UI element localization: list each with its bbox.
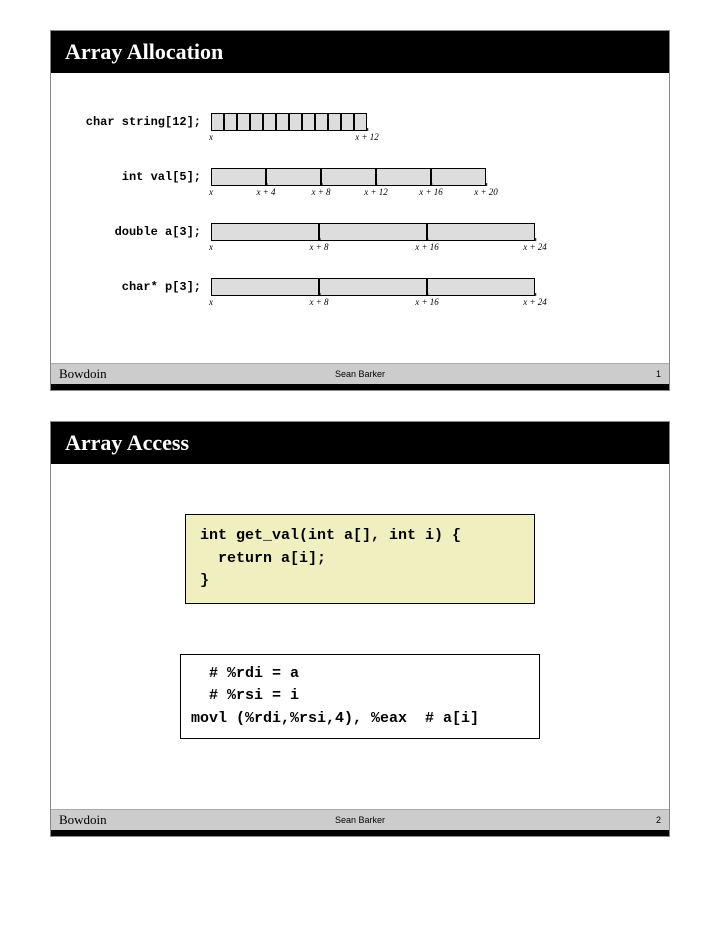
offset-marker: x + 24	[523, 297, 547, 307]
array-decl-label: double a[3];	[71, 223, 211, 239]
slide-array-access: Array Access int get_val(int a[], int i)…	[50, 421, 670, 837]
code-line: # %rsi = i	[191, 685, 529, 708]
array-cell	[354, 113, 367, 131]
footer-left: Bowdoin	[59, 812, 260, 828]
array-cell	[376, 168, 431, 186]
offset-marker: x + 8	[309, 297, 328, 307]
array-row: double a[3]; x x + 8 x + 16 x + 24	[71, 223, 649, 256]
offset-marker: x + 12	[355, 132, 379, 142]
slide-strip	[51, 830, 669, 836]
offset-marker: x + 16	[415, 297, 439, 307]
array-cell	[211, 223, 319, 241]
array-cell	[427, 223, 535, 241]
array-row: char string[12]; x x + 12	[71, 113, 649, 146]
array-diagram: x x + 4 x + 8 x + 12 x + 16 x + 20	[211, 168, 649, 201]
array-cell	[431, 168, 486, 186]
offset-marker: x + 4	[256, 187, 275, 197]
array-cell	[341, 113, 354, 131]
slide1-title: Array Allocation	[51, 31, 669, 73]
array-cell	[319, 223, 427, 241]
slide2-body: int get_val(int a[], int i) { return a[i…	[51, 464, 669, 809]
footer-center: Sean Barker	[260, 815, 461, 825]
array-diagram: x x + 8 x + 16 x + 24	[211, 278, 649, 311]
asm-code-box: # %rdi = a # %rsi = i movl (%rdi,%rsi,4)…	[180, 654, 540, 740]
code-line: int get_val(int a[], int i) {	[200, 525, 520, 548]
footer-page-number: 1	[460, 369, 661, 379]
slide1-footer: Bowdoin Sean Barker 1	[51, 363, 669, 384]
array-cell	[276, 113, 289, 131]
array-cell	[289, 113, 302, 131]
offset-marker: x	[209, 132, 213, 142]
array-boxes	[211, 278, 649, 296]
array-cell	[263, 113, 276, 131]
slide1-body: char string[12]; x x + 12 int val[5]; x x + 4…	[51, 73, 669, 363]
array-cell	[237, 113, 250, 131]
array-cell	[211, 168, 266, 186]
array-markers: x x + 8 x + 16 x + 24	[211, 297, 649, 311]
offset-marker: x	[209, 297, 213, 307]
offset-marker: x + 8	[309, 242, 328, 252]
offset-marker: x	[209, 187, 213, 197]
array-row: int val[5]; x x + 4 x + 8 x + 12 x + 16 x + 20	[71, 168, 649, 201]
array-boxes	[211, 223, 649, 241]
array-cell	[319, 278, 427, 296]
slide-strip	[51, 384, 669, 390]
offset-marker: x + 12	[364, 187, 388, 197]
array-cell	[328, 113, 341, 131]
array-decl-label: int val[5];	[71, 168, 211, 184]
footer-left: Bowdoin	[59, 366, 260, 382]
code-line: return a[i];	[200, 548, 520, 571]
code-line: # %rdi = a	[191, 663, 529, 686]
array-cell	[321, 168, 376, 186]
offset-marker: x + 16	[415, 242, 439, 252]
c-code-box: int get_val(int a[], int i) { return a[i…	[185, 514, 535, 604]
array-cell	[302, 113, 315, 131]
array-row: char* p[3]; x x + 8 x + 16 x + 24	[71, 278, 649, 311]
array-cell	[224, 113, 237, 131]
array-diagram: x x + 12	[211, 113, 649, 146]
slide2-title: Array Access	[51, 422, 669, 464]
array-decl-label: char string[12];	[71, 113, 211, 129]
array-cell	[211, 278, 319, 296]
slide-array-allocation: Array Allocation char string[12]; x x + 12…	[50, 30, 670, 391]
slide2-footer: Bowdoin Sean Barker 2	[51, 809, 669, 830]
offset-marker: x	[209, 242, 213, 252]
array-markers: x x + 12	[211, 132, 649, 146]
footer-page-number: 2	[460, 815, 661, 825]
offset-marker: x + 16	[419, 187, 443, 197]
array-boxes	[211, 113, 649, 131]
offset-marker: x + 8	[311, 187, 330, 197]
code-line: }	[200, 570, 520, 593]
array-markers: x x + 8 x + 16 x + 24	[211, 242, 649, 256]
array-cell	[315, 113, 328, 131]
array-cell	[250, 113, 263, 131]
array-diagram: x x + 8 x + 16 x + 24	[211, 223, 649, 256]
array-cell	[266, 168, 321, 186]
array-markers: x x + 4 x + 8 x + 12 x + 16 x + 20	[211, 187, 649, 201]
footer-center: Sean Barker	[260, 369, 461, 379]
code-line: movl (%rdi,%rsi,4), %eax # a[i]	[191, 708, 529, 731]
array-decl-label: char* p[3];	[71, 278, 211, 294]
array-cell	[427, 278, 535, 296]
array-cell	[211, 113, 224, 131]
offset-marker: x + 24	[523, 242, 547, 252]
offset-marker: x + 20	[474, 187, 498, 197]
